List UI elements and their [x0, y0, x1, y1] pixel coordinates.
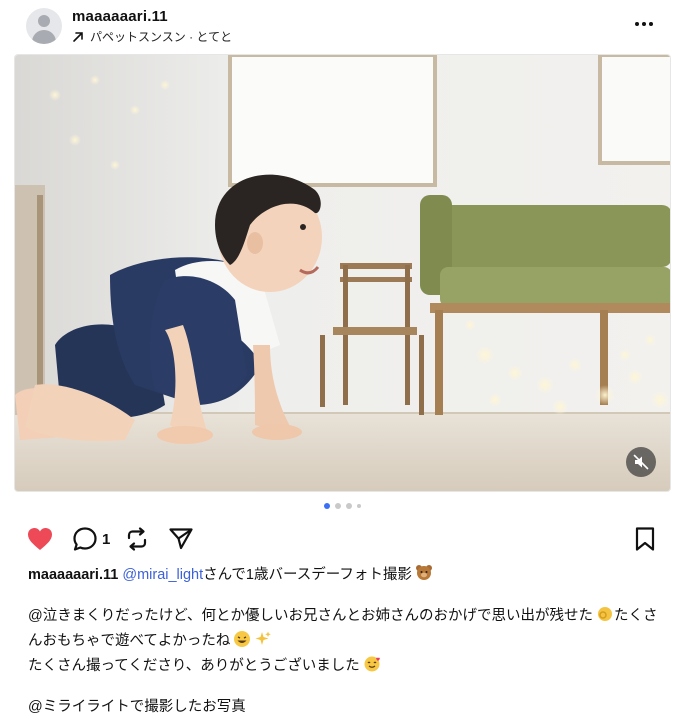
avatar[interactable]: [26, 8, 62, 44]
post-subtitle[interactable]: パペットスンスン · とてと: [72, 28, 232, 45]
caption-line-1: maaaaaari.11 @mirai_lightさんで1歳バースデーフォト撮影: [28, 564, 668, 589]
ok-hand-emoji-icon: [596, 605, 614, 630]
baby-crawling-photo: [15, 55, 670, 491]
caption-username[interactable]: maaaaaari.11: [28, 567, 118, 583]
arrow-up-right-icon: [73, 31, 83, 42]
post-photo[interactable]: [14, 54, 671, 492]
caption-text: たくさ: [614, 608, 658, 624]
post-subtitle-text: パペットスンスン · とてと: [90, 30, 233, 44]
carousel-dot: [335, 503, 341, 509]
sparkles-emoji-icon: [254, 630, 272, 655]
post-caption: maaaaaari.11 @mirai_lightさんで1歳バースデーフォト撮影…: [28, 564, 668, 718]
comment-count: 1: [102, 530, 111, 548]
carousel-dot: [357, 504, 361, 508]
carousel-dot-active: [324, 503, 330, 509]
caption-line-5: @ミライライトで撮影したお写真: [28, 696, 668, 718]
caption-text: たくさん撮ってくださり、ありがとうございました: [28, 658, 360, 674]
more-horizontal-icon: [635, 22, 653, 26]
more-options-button[interactable]: [631, 12, 657, 36]
caption-line-4: たくさん撮ってくださり、ありがとうございました: [28, 655, 668, 680]
caption-line-2: @泣きまくりだったけど、何とか優しいお兄さんとお姉さんのおかげで思い出が残せた …: [28, 605, 668, 630]
repost-icon: [127, 527, 147, 551]
post-actions: 1: [0, 520, 685, 560]
caption-text: @ミライライトで撮影したお写真: [28, 699, 246, 715]
share-button[interactable]: [168, 524, 194, 554]
comment-button[interactable]: 1: [72, 524, 110, 554]
avatar-body: [32, 30, 56, 44]
save-button[interactable]: [634, 524, 656, 554]
caption-mention-link[interactable]: @mirai_light: [122, 567, 203, 583]
avatar-head: [38, 15, 50, 27]
teddy-bear-emoji-icon: [415, 564, 433, 589]
caption-text: さんで1歳バースデーフォト撮影: [203, 567, 412, 583]
grinning-face-emoji-icon: [233, 630, 251, 655]
speaker-muted-icon: [633, 454, 649, 470]
mute-button[interactable]: [626, 447, 656, 477]
bookmark-icon: [635, 527, 655, 551]
post-header: maaaaaari.11 パペットスンスン · とてと: [0, 0, 685, 52]
carousel-dot: [346, 503, 352, 509]
smiling-face-with-hearts-emoji-icon: [363, 655, 381, 680]
comment-bubble-icon: [73, 527, 97, 551]
caption-line-3: んおもちゃで遊べてよかったね: [28, 630, 668, 655]
like-button[interactable]: [26, 524, 54, 554]
heart-filled-icon: [28, 528, 52, 550]
repost-button[interactable]: [124, 524, 150, 554]
caption-text: @泣きまくりだったけど、何とか優しいお兄さんとお姉さんのおかげで思い出が残せた: [28, 608, 593, 624]
caption-text: んおもちゃで遊べてよかったね: [28, 633, 231, 649]
send-paper-plane-icon: [169, 528, 193, 550]
post-username[interactable]: maaaaaari.11: [72, 8, 168, 25]
carousel-indicator: [0, 503, 685, 509]
